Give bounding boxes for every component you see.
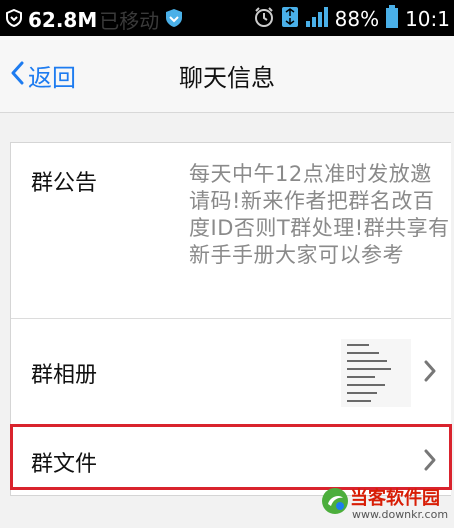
group-info-card: 群公告 每天中午12点准时发放邀请码!新来作者把群名改百度ID否则T群处理!群共… <box>10 142 451 496</box>
alarm-icon <box>253 6 275 32</box>
watermark-url: www.downkr.com <box>352 508 449 521</box>
clock: 10:1 <box>405 7 450 31</box>
nav-bar: 返回 聊天信息 <box>0 36 454 113</box>
battery-icon <box>385 5 399 33</box>
group-notice-label: 群公告 <box>31 171 98 196</box>
chevron-right-icon <box>423 448 437 476</box>
watermark-name: 当客软件园 <box>350 488 440 509</box>
data-transfer-icon <box>281 6 299 32</box>
status-bar: 62.8M 已移动 88% 10:1 <box>0 0 454 36</box>
chevron-right-icon <box>423 359 437 387</box>
signal-icon <box>305 6 329 32</box>
watermark-logo-icon <box>320 486 350 520</box>
shield-icon <box>6 8 22 31</box>
group-notice-row: 群公告 每天中午12点准时发放邀请码!新来作者把群名改百度ID否则T群处理!群共… <box>11 143 451 319</box>
memory-indicator: 62.8M <box>28 7 98 32</box>
security-shield-icon <box>165 8 183 32</box>
group-files-label: 群文件 <box>31 452 98 477</box>
page-title: 聊天信息 <box>179 64 275 92</box>
group-notice-text: 每天中午12点准时发放邀请码!新来作者把群名改百度ID否则T群处理!群共享有新手… <box>189 162 450 267</box>
battery-percent: 88% <box>334 7 380 31</box>
status-faded-text: 已移动 <box>99 9 160 33</box>
album-thumbnail <box>341 339 411 407</box>
group-album-row[interactable]: 群相册 <box>11 319 451 426</box>
watermark: 当客软件园 www.downkr.com <box>316 482 454 528</box>
group-album-label: 群相册 <box>31 363 98 388</box>
